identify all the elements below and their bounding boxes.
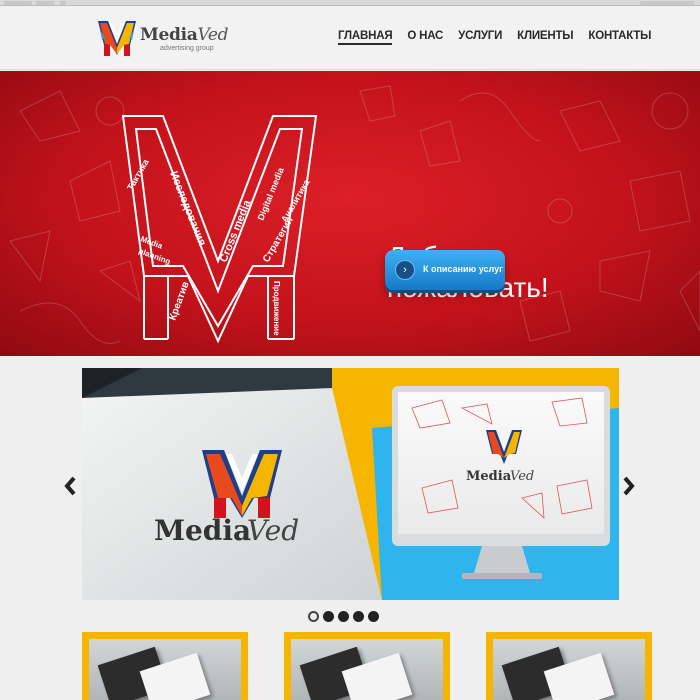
hero-logo-word-strategy: Стратегия: [261, 215, 296, 264]
services-button-label: К описанию услуг: [423, 264, 503, 274]
browser-control[interactable]: [640, 1, 694, 5]
nav-item-about[interactable]: О НАС: [407, 30, 443, 45]
browser-tab[interactable]: [36, 1, 54, 5]
nav-item-services[interactable]: УСЛУГИ: [458, 30, 502, 45]
hero-banner: Тактика Исследования Cross media Digital…: [0, 71, 700, 356]
main-nav: ГЛАВНАЯ О НАС УСЛУГИ КЛИЕНТЫ КОНТАКТЫ: [338, 30, 651, 45]
brand-name: MediaVed: [140, 25, 229, 45]
nav-item-contacts[interactable]: КОНТАКТЫ: [588, 30, 651, 45]
brand-name-part1: Media: [140, 25, 198, 45]
slider-prev-arrow[interactable]: [63, 474, 77, 498]
business-card-image: [493, 639, 645, 700]
hero-logo-word-cross-media: Cross media: [218, 198, 254, 265]
slider-dot-5[interactable]: [368, 611, 379, 622]
hero-logo-m-graphic: Тактика Исследования Cross media Digital…: [121, 115, 318, 344]
brand-name-part2: Ved: [197, 25, 229, 45]
brand-logo[interactable]: MediaVed advertising group: [96, 18, 246, 60]
slider-pagination: [308, 611, 379, 622]
slider-dot-3[interactable]: [338, 611, 349, 622]
nav-item-home[interactable]: ГЛАВНАЯ: [338, 30, 393, 45]
chevron-left-icon: [64, 476, 76, 496]
portfolio-thumbnails: [82, 632, 652, 700]
business-card-image: [291, 639, 443, 700]
paper-brand-part2: Ved: [247, 514, 299, 547]
brand-logo-mark-icon: [98, 21, 136, 56]
portfolio-thumb-2[interactable]: [284, 632, 450, 700]
slider-dot-4[interactable]: [353, 611, 364, 622]
browser-tab[interactable]: [60, 1, 66, 5]
hero-logo-word-creative: Креатив: [167, 280, 191, 322]
nav-item-clients[interactable]: КЛИЕНТЫ: [517, 30, 573, 45]
slider-dot-1[interactable]: [308, 611, 319, 622]
chevron-right-icon: [623, 476, 635, 496]
services-description-button[interactable]: › К описанию услуг: [385, 250, 505, 290]
site-header: MediaVed advertising group ГЛАВНАЯ О НАС…: [0, 6, 700, 70]
browser-tab[interactable]: [4, 1, 32, 5]
slider-next-arrow[interactable]: [622, 474, 636, 498]
monitor-brand-part2: Ved: [510, 469, 534, 484]
image-slider[interactable]: Media Ved Media Ved: [82, 368, 619, 600]
hero-logo-word-analytics: Аналитика: [279, 177, 312, 224]
hero-background-pattern: [9, 85, 700, 344]
slider-dot-2[interactable]: [323, 611, 334, 622]
monitor-brand-part1: Media: [466, 469, 512, 484]
hero-logo-word-promotion: Продвижение: [272, 281, 281, 336]
chevron-right-icon: ›: [395, 260, 415, 280]
portfolio-thumb-1[interactable]: [82, 632, 248, 700]
paper-brand-part1: Media: [154, 514, 251, 547]
slide-image: Media Ved Media Ved: [82, 368, 619, 600]
portfolio-thumb-3[interactable]: [486, 632, 652, 700]
brand-tagline: advertising group: [160, 45, 214, 52]
business-card-image: [89, 639, 241, 700]
